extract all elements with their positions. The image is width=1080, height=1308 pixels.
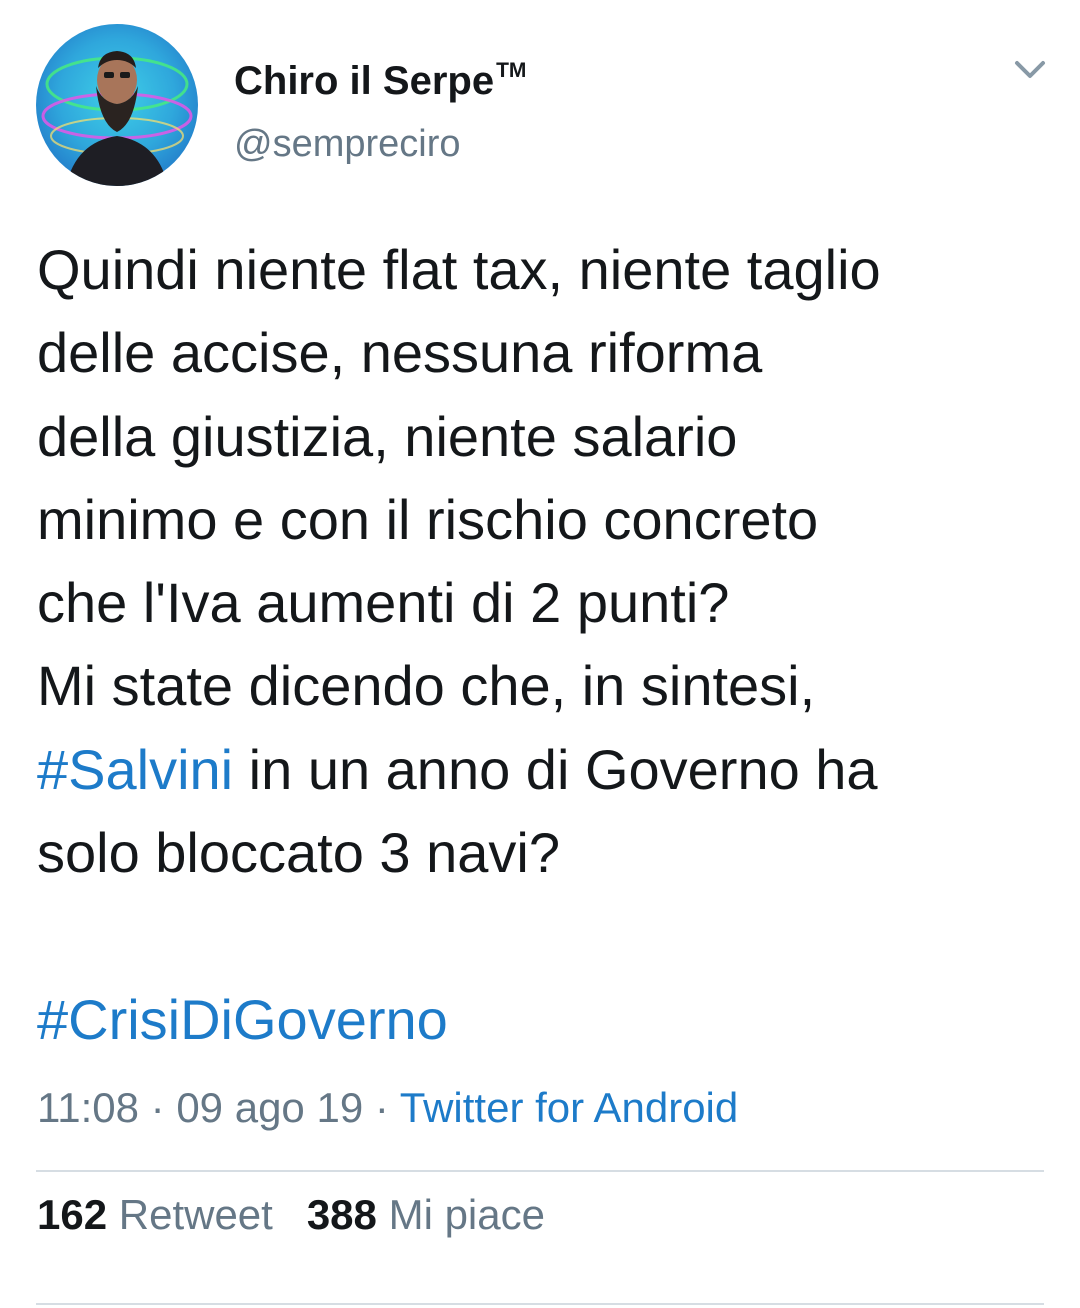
hashtag-salvini-link[interactable]: #Salvini (37, 738, 233, 801)
tweet-line: che l'Iva aumenti di 2 punti? (37, 571, 730, 635)
retweet-stat[interactable]: 162 Retweet (37, 1191, 273, 1238)
user-handle[interactable]: @sempreciro (234, 121, 461, 167)
tweet-line: solo bloccato 3 navi? (37, 821, 561, 885)
tweet-line: #Salvini in un anno di Governo ha (37, 728, 1057, 811)
tweet-line: Quindi niente flat tax, niente taglio (37, 238, 881, 301)
tweet-text: Quindi niente flat tax, niente taglio de… (37, 228, 1057, 894)
display-name[interactable]: Chiro il SerpeTM (234, 48, 526, 104)
avatar[interactable] (36, 24, 198, 186)
tweet-line: della giustizia, niente salario (37, 404, 738, 468)
retweet-label: Retweet (118, 1191, 273, 1238)
tweet-line-text: in un anno di Governo ha (233, 737, 878, 801)
like-label: Mi piace (388, 1191, 545, 1238)
chevron-down-icon[interactable] (1010, 50, 1050, 90)
meta-separator: · (139, 1084, 177, 1131)
tweet-line: delle accise, nessuna riforma (37, 321, 763, 385)
profile-photo (36, 24, 198, 186)
tweet-line: Mi state dicendo che, in sintesi, (37, 654, 816, 718)
meta-separator: · (363, 1084, 400, 1131)
divider (36, 1170, 1044, 1172)
like-stat[interactable]: 388 Mi piace (307, 1191, 545, 1238)
divider (36, 1303, 1044, 1305)
tweet-date[interactable]: 09 ago 19 (176, 1084, 363, 1131)
hashtag-crisidigoverno-link[interactable]: #CrisiDiGoverno (37, 978, 448, 1061)
trademark-symbol: TM (496, 59, 527, 82)
tweet-time: 11:08 (37, 1084, 139, 1131)
like-count: 388 (306, 1191, 377, 1238)
display-name-text: Chiro il Serpe (234, 59, 495, 103)
tweet-line: minimo e con il rischio concreto (37, 487, 819, 551)
tweet-stats: 162 Retweet 388 Mi piace (37, 1189, 545, 1241)
retweet-count: 162 (37, 1191, 108, 1238)
tweet-meta: 11:08 · 09 ago 19 · Twitter for Android (37, 1082, 738, 1134)
tweet-source-link[interactable]: Twitter for Android (400, 1084, 738, 1131)
